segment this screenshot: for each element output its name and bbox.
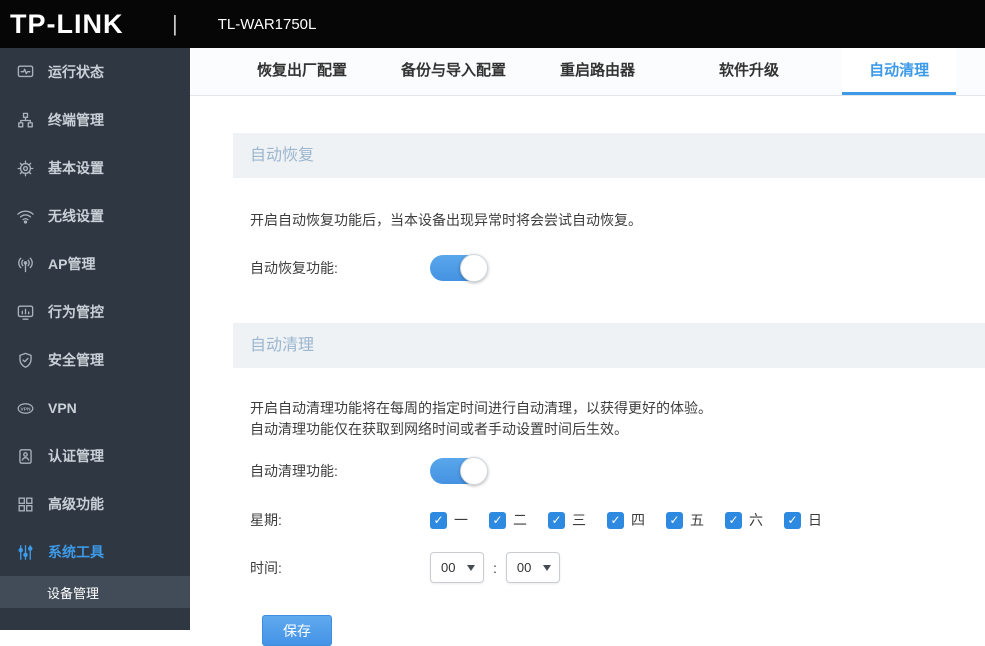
sidebar-item-label: 认证管理	[48, 448, 104, 464]
sliders-icon	[15, 542, 35, 562]
weekday-row-label: 星期:	[250, 512, 282, 528]
sidebar-item-ap-management[interactable]: AP管理	[0, 240, 190, 288]
vpn-icon: VPN	[15, 398, 35, 418]
content-area: 自动恢复 开启自动恢复功能后，当本设备出现异常时将会尝试自动恢复。 自动恢复功能…	[190, 96, 985, 646]
auto-recovery-description: 开启自动恢复功能后，当本设备出现异常时将会尝试自动恢复。	[250, 212, 642, 228]
auto-recovery-toggle[interactable]	[430, 254, 488, 282]
checkbox-checked-icon	[666, 511, 683, 529]
logo-separator: |	[172, 11, 178, 36]
save-button[interactable]: 保存	[262, 615, 332, 646]
toggle-knob	[460, 457, 488, 485]
sidebar-item-label: 系统工具	[48, 544, 104, 560]
checkbox-checked-icon	[430, 511, 447, 529]
tab-factory-reset[interactable]: 恢复出厂配置	[230, 48, 374, 95]
sidebar-item-system-tools[interactable]: 系统工具	[0, 528, 190, 576]
sidebar-item-label: 行为管控	[48, 304, 104, 320]
svg-text:VPN: VPN	[20, 406, 31, 412]
sidebar-item-label: AP管理	[48, 256, 96, 272]
shield-icon	[15, 350, 35, 370]
checkbox-checked-icon	[607, 511, 624, 529]
grid-squares-icon	[15, 494, 35, 514]
sidebar-item-wireless-settings[interactable]: 无线设置	[0, 192, 190, 240]
time-row: 时间: 00 : 00	[250, 552, 985, 583]
auto-recovery-toggle-label: 自动恢复功能:	[250, 260, 338, 276]
section-title-auto-recovery: 自动恢复	[233, 133, 985, 178]
checkbox-checked-icon	[784, 511, 801, 529]
weekday-checkbox-thu[interactable]: 四	[607, 510, 645, 530]
weekday-checkbox-fri[interactable]: 五	[666, 510, 704, 530]
sidebar-item-vpn[interactable]: VPN VPN	[0, 384, 190, 432]
weekday-checkbox-wed[interactable]: 三	[548, 510, 586, 530]
sidebar-item-label: 安全管理	[48, 352, 104, 368]
hour-select[interactable]: 00	[430, 552, 484, 583]
sidebar-item-running-status[interactable]: 运行状态	[0, 48, 190, 96]
auto-clean-description: 开启自动清理功能将在每周的指定时间进行自动清理，以获得更好的体验。 自动清理功能…	[250, 398, 985, 440]
sidebar-item-label: 基本设置	[48, 160, 104, 176]
weekday-label: 五	[690, 512, 704, 528]
tab-firmware-upgrade[interactable]: 软件升级	[692, 48, 806, 95]
weekday-checkbox-tue[interactable]: 二	[489, 510, 527, 530]
auto-clean-toggle-label: 自动清理功能:	[250, 463, 338, 479]
weekday-row: 星期: 一 二 三 四	[250, 510, 985, 530]
auto-clean-toggle[interactable]	[430, 457, 488, 485]
minute-select[interactable]: 00	[505, 552, 560, 583]
dropdown-arrow-icon	[467, 564, 475, 571]
tp-link-logo: TP-LINK	[10, 8, 124, 39]
id-badge-icon	[15, 446, 35, 466]
sidebar-subitem-label: 设备管理	[47, 585, 100, 601]
gear-icon	[15, 158, 35, 178]
behavior-monitor-icon	[15, 302, 35, 322]
monitor-pulse-icon	[15, 62, 35, 82]
tab-auto-clean[interactable]: 自动清理	[842, 48, 957, 95]
sidebar-item-behavior-control[interactable]: 行为管控	[0, 288, 190, 336]
auto-clean-toggle-row: 自动清理功能:	[250, 457, 985, 485]
checkbox-checked-icon	[548, 511, 565, 529]
auto-clean-description-line1: 开启自动清理功能将在每周的指定时间进行自动清理，以获得更好的体验。	[250, 400, 712, 416]
sidebar-item-terminal-management[interactable]: 终端管理	[0, 96, 190, 144]
network-topology-icon	[15, 110, 35, 130]
weekday-checkbox-sun[interactable]: 日	[784, 510, 822, 530]
minute-value: 00	[516, 560, 532, 575]
wifi-icon	[15, 206, 35, 226]
weekday-label: 一	[454, 512, 468, 528]
top-header: TP-LINK | TL-WAR1750L	[0, 0, 985, 48]
weekday-label: 四	[631, 512, 645, 528]
auto-clean-description-line2: 自动清理功能仅在获取到网络时间或者手动设置时间后生效。	[250, 421, 628, 437]
tab-bar: 恢复出厂配置 备份与导入配置 重启路由器 软件升级 自动清理	[190, 48, 985, 96]
checkbox-checked-icon	[725, 511, 742, 529]
time-row-label: 时间:	[250, 559, 282, 576]
sidebar-item-advanced-features[interactable]: 高级功能	[0, 480, 190, 528]
hour-value: 00	[441, 560, 456, 575]
main-panel: 恢复出厂配置 备份与导入配置 重启路由器 软件升级 自动清理 自动恢复 开启自动…	[190, 48, 985, 646]
sidebar-item-label: 运行状态	[48, 64, 104, 80]
sidebar-subitem-device-management[interactable]: 设备管理	[0, 576, 190, 608]
model-name: TL-WAR1750L	[217, 15, 317, 33]
checkbox-checked-icon	[489, 511, 506, 529]
sidebar: 运行状态 终端管理 基本设置 无线设置 AP管理 行为管控 安全管理 VPN V…	[0, 48, 190, 630]
weekday-label: 三	[572, 512, 586, 528]
toggle-knob	[460, 254, 488, 282]
weekday-label: 日	[808, 512, 822, 528]
weekday-label: 二	[513, 512, 527, 528]
dropdown-arrow-icon	[542, 564, 551, 571]
sidebar-item-security-management[interactable]: 安全管理	[0, 336, 190, 384]
tab-backup-import[interactable]: 备份与导入配置	[374, 48, 533, 95]
sidebar-item-basic-settings[interactable]: 基本设置	[0, 144, 190, 192]
sidebar-item-label: 高级功能	[48, 496, 104, 512]
weekday-checkbox-group: 一 二 三 四 五	[430, 510, 843, 530]
tab-reboot-router[interactable]: 重启路由器	[533, 48, 662, 95]
antenna-icon	[15, 254, 35, 274]
sidebar-item-label: VPN	[48, 400, 77, 416]
weekday-label: 六	[749, 512, 763, 528]
time-separator: :	[493, 559, 497, 576]
section-title-auto-clean: 自动清理	[233, 323, 985, 368]
weekday-checkbox-sat[interactable]: 六	[725, 510, 763, 530]
weekday-checkbox-mon[interactable]: 一	[430, 510, 468, 530]
auto-recovery-toggle-row: 自动恢复功能:	[250, 254, 985, 282]
sidebar-item-label: 无线设置	[48, 208, 104, 224]
sidebar-item-label: 终端管理	[48, 112, 104, 128]
sidebar-item-auth-management[interactable]: 认证管理	[0, 432, 190, 480]
